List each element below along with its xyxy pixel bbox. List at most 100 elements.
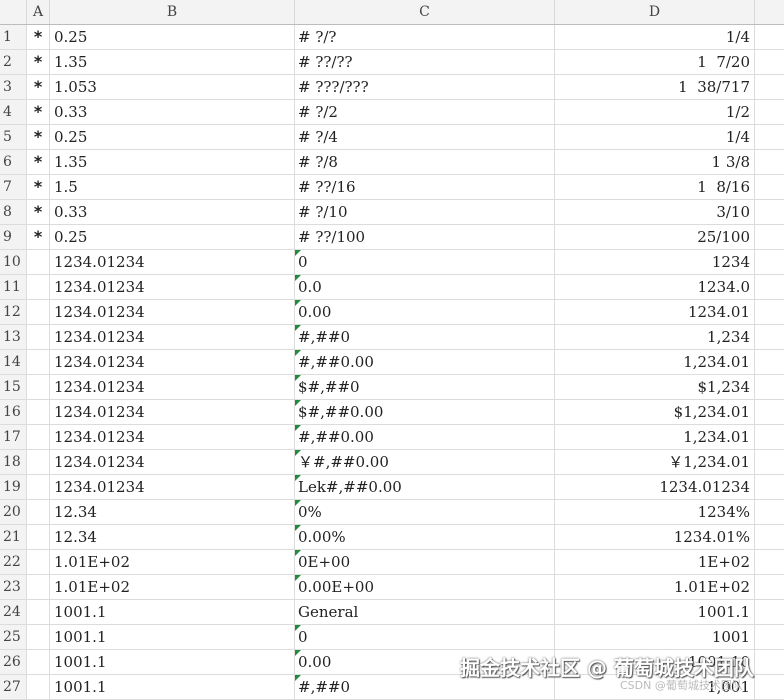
cell-b[interactable]: 1001.1 <box>50 625 295 649</box>
row-header[interactable]: 16 <box>0 400 27 424</box>
cell-b[interactable]: 1.01E+02 <box>50 575 295 599</box>
cell-a[interactable] <box>27 675 50 699</box>
cell-e[interactable] <box>755 450 784 474</box>
row-header[interactable]: 21 <box>0 525 27 549</box>
column-header-d[interactable]: D <box>555 0 755 24</box>
row-header[interactable]: 9 <box>0 225 27 249</box>
row-header[interactable]: 24 <box>0 600 27 624</box>
cell-a[interactable]: * <box>27 25 50 49</box>
cell-c[interactable]: # ??/100 <box>295 225 555 249</box>
cell-a[interactable] <box>27 425 50 449</box>
cell-c[interactable]: 0 <box>295 625 555 649</box>
row-header[interactable]: 17 <box>0 425 27 449</box>
cell-d[interactable]: 1/4 <box>555 125 755 149</box>
cell-c[interactable]: # ??/?? <box>295 50 555 74</box>
column-header-a[interactable]: A <box>27 0 50 24</box>
row-header[interactable]: 19 <box>0 475 27 499</box>
cell-d[interactable]: 1001.1 <box>555 600 755 624</box>
cell-d[interactable]: 1234.0 <box>555 275 755 299</box>
cell-a[interactable] <box>27 625 50 649</box>
cell-e[interactable] <box>755 300 784 324</box>
cell-d[interactable]: 1 3/8 <box>555 150 755 174</box>
cell-e[interactable] <box>755 50 784 74</box>
cell-e[interactable] <box>755 425 784 449</box>
cell-c[interactable]: 0.00 <box>295 300 555 324</box>
cell-a[interactable]: * <box>27 125 50 149</box>
cell-c[interactable]: # ?/2 <box>295 100 555 124</box>
cell-d[interactable]: 3/10 <box>555 200 755 224</box>
cell-a[interactable] <box>27 375 50 399</box>
cell-d[interactable]: 1234% <box>555 500 755 524</box>
cell-b[interactable]: 1234.01234 <box>50 400 295 424</box>
cell-e[interactable] <box>755 175 784 199</box>
row-header[interactable]: 5 <box>0 125 27 149</box>
row-header[interactable]: 6 <box>0 150 27 174</box>
row-header[interactable]: 26 <box>0 650 27 674</box>
cell-d[interactable]: 1 8/16 <box>555 175 755 199</box>
row-header[interactable]: 1 <box>0 25 27 49</box>
cell-e[interactable] <box>755 25 784 49</box>
cell-c[interactable]: 0.0 <box>295 275 555 299</box>
cell-b[interactable]: 1234.01234 <box>50 375 295 399</box>
cell-c[interactable]: #,##0.00 <box>295 350 555 374</box>
cell-b[interactable]: 1001.1 <box>50 675 295 699</box>
cell-d[interactable]: 1,234.01 <box>555 425 755 449</box>
cell-e[interactable] <box>755 225 784 249</box>
cell-b[interactable]: 12.34 <box>50 525 295 549</box>
row-header[interactable]: 11 <box>0 275 27 299</box>
cell-e[interactable] <box>755 350 784 374</box>
cell-d[interactable]: 1.01E+02 <box>555 575 755 599</box>
cell-a[interactable]: * <box>27 175 50 199</box>
cell-d[interactable]: 1234.01234 <box>555 475 755 499</box>
cell-d[interactable]: 1,234 <box>555 325 755 349</box>
row-header[interactable]: 13 <box>0 325 27 349</box>
cell-a[interactable]: * <box>27 100 50 124</box>
cell-c[interactable]: # ??/16 <box>295 175 555 199</box>
cell-a[interactable] <box>27 400 50 424</box>
cell-a[interactable] <box>27 450 50 474</box>
cell-e[interactable] <box>755 100 784 124</box>
cell-e[interactable] <box>755 525 784 549</box>
cell-b[interactable]: 1234.01234 <box>50 325 295 349</box>
cell-c[interactable]: 0% <box>295 500 555 524</box>
cell-a[interactable] <box>27 500 50 524</box>
cell-c[interactable]: 0.00E+00 <box>295 575 555 599</box>
cell-e[interactable] <box>755 150 784 174</box>
cell-e[interactable] <box>755 475 784 499</box>
cell-c[interactable]: 0E+00 <box>295 550 555 574</box>
cell-c[interactable]: # ?/8 <box>295 150 555 174</box>
cell-a[interactable]: * <box>27 50 50 74</box>
cell-e[interactable] <box>755 375 784 399</box>
cell-e[interactable] <box>755 650 784 674</box>
cell-a[interactable] <box>27 250 50 274</box>
cell-d[interactable]: 1E+02 <box>555 550 755 574</box>
cell-e[interactable] <box>755 675 784 699</box>
column-header-c[interactable]: C <box>295 0 555 24</box>
cell-b[interactable]: 1234.01234 <box>50 450 295 474</box>
cell-b[interactable]: 1234.01234 <box>50 300 295 324</box>
cell-a[interactable]: * <box>27 200 50 224</box>
row-header[interactable]: 18 <box>0 450 27 474</box>
row-header[interactable]: 15 <box>0 375 27 399</box>
row-header[interactable]: 4 <box>0 100 27 124</box>
cell-c[interactable]: $#,##0 <box>295 375 555 399</box>
cell-c[interactable]: # ?/? <box>295 25 555 49</box>
cell-c[interactable]: ￥#,##0.00 <box>295 450 555 474</box>
cell-c[interactable]: #,##0.00 <box>295 425 555 449</box>
cell-c[interactable]: 0.00% <box>295 525 555 549</box>
cell-b[interactable]: 0.25 <box>50 225 295 249</box>
cell-e[interactable] <box>755 400 784 424</box>
cell-c[interactable]: $#,##0.00 <box>295 400 555 424</box>
cell-c[interactable]: General <box>295 600 555 624</box>
cell-c[interactable]: Lek#,##0.00 <box>295 475 555 499</box>
cell-b[interactable]: 1001.1 <box>50 600 295 624</box>
cell-a[interactable]: * <box>27 150 50 174</box>
cell-d[interactable]: 1001 <box>555 625 755 649</box>
cell-e[interactable] <box>755 500 784 524</box>
cell-a[interactable] <box>27 575 50 599</box>
row-header[interactable]: 12 <box>0 300 27 324</box>
cell-e[interactable] <box>755 275 784 299</box>
cell-e[interactable] <box>755 75 784 99</box>
cell-e[interactable] <box>755 125 784 149</box>
cell-b[interactable]: 1234.01234 <box>50 425 295 449</box>
